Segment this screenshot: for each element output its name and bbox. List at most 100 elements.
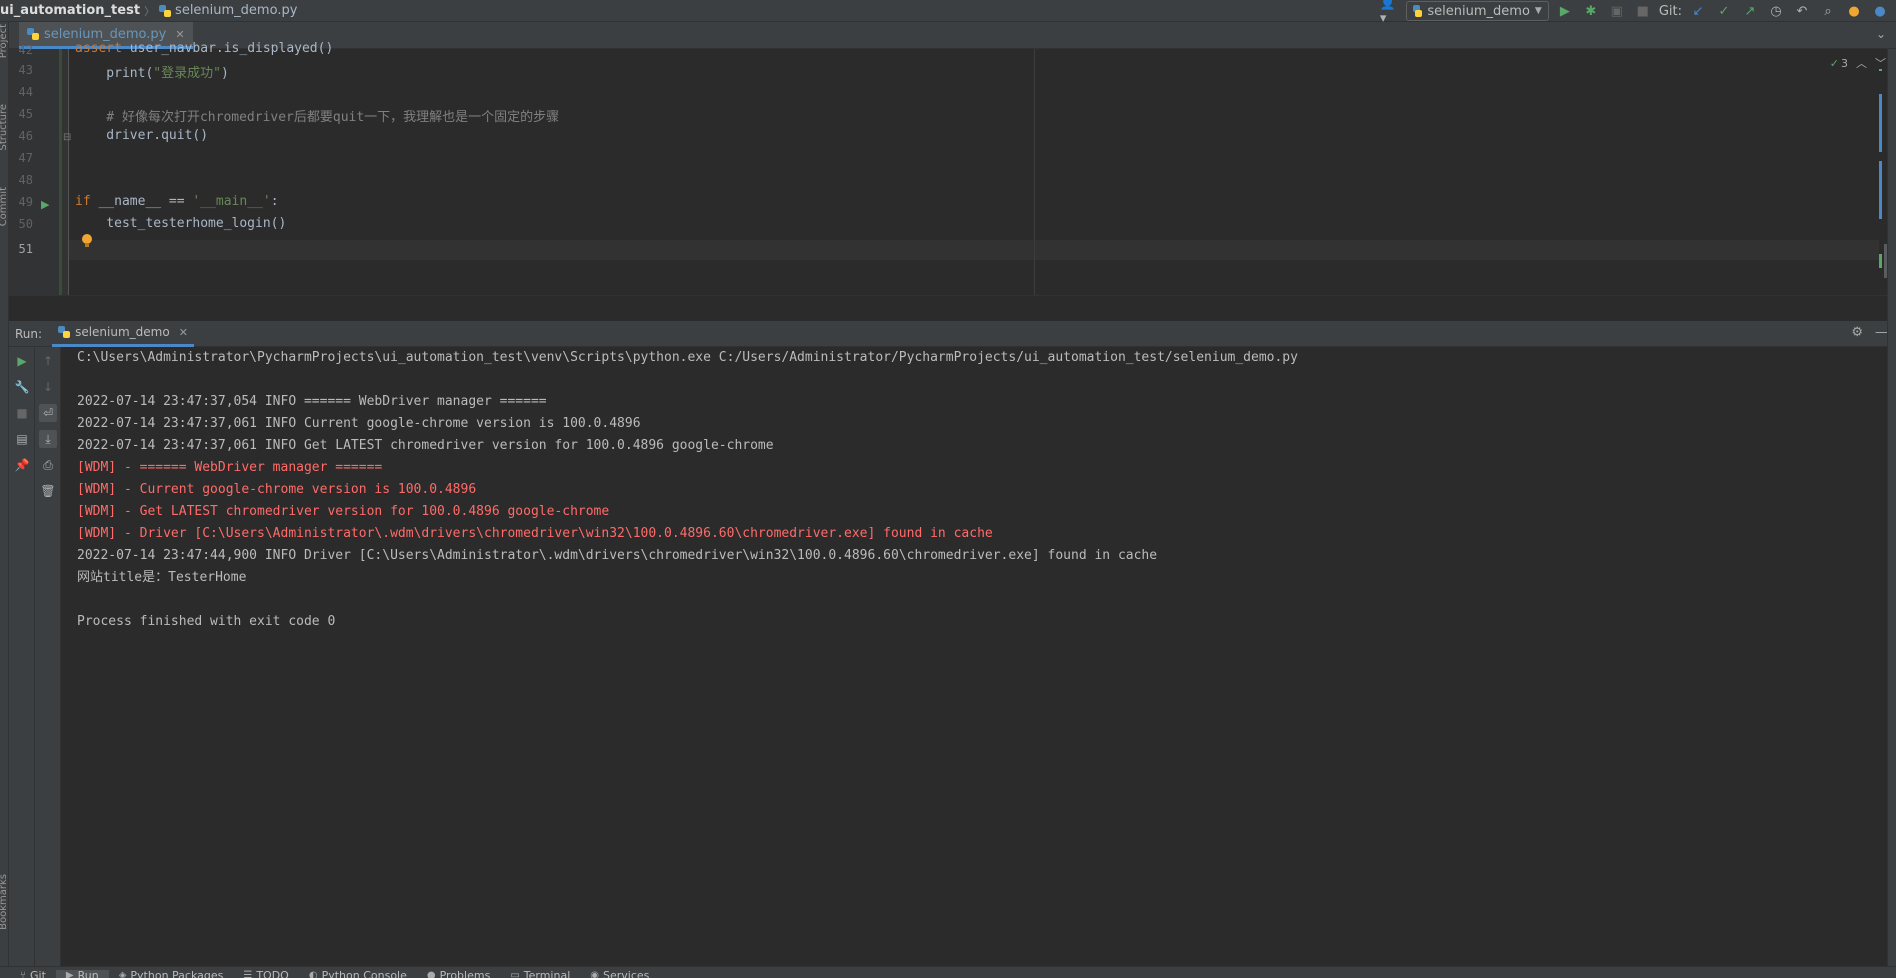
vcs-change-marker — [59, 49, 62, 295]
run-configuration-selector[interactable]: selenium_demo ▼ — [1405, 1, 1549, 21]
breadcrumb-file[interactable]: selenium_demo.py — [159, 3, 297, 18]
arrow-up-icon[interactable]: ↑ — [39, 352, 57, 370]
console-line: 2022-07-14 23:47:37,061 INFO Current goo… — [77, 416, 641, 431]
settings-icon[interactable]: ● — [1870, 1, 1890, 21]
scrollbar-marker — [1879, 254, 1882, 268]
scrollbar-marker — [1879, 161, 1882, 219]
run-panel-actions: ⚙ — — [1851, 325, 1888, 340]
tool-window-git[interactable]: ⑂ Git — [0, 970, 56, 978]
line-number: 46 — [18, 129, 33, 143]
main-toolbar: 👤▾ selenium_demo ▼ ▶ ✱ ▣ ■ Git: ↙ ✓ ↗ ◷ … — [1380, 0, 1896, 26]
terminal-icon: ▭ — [510, 970, 520, 978]
arrow-down-icon[interactable]: ↓ — [39, 378, 57, 396]
line-number: 50 — [18, 217, 33, 231]
scrollbar-marker — [1879, 94, 1882, 152]
tool-window-problems[interactable]: ● Problems — [417, 970, 500, 978]
right-margin-guide — [1034, 49, 1035, 295]
editor-tab-label: selenium_demo.py — [44, 26, 167, 42]
code-line: if __name__ == '__main__': — [75, 194, 279, 209]
git-push-icon[interactable]: ↗ — [1740, 1, 1760, 21]
user-icon[interactable]: 👤▾ — [1380, 0, 1400, 26]
print-icon[interactable]: ⎙ — [39, 456, 57, 474]
line-number: 43 — [18, 63, 33, 77]
intention-bulb-icon[interactable] — [81, 234, 93, 248]
console-line: 2022-07-14 23:47:37,061 INFO Get LATEST … — [77, 438, 774, 453]
update-badge-icon[interactable]: ● — [1844, 1, 1864, 21]
stop-icon[interactable]: ■ — [13, 404, 31, 422]
line-number: 49 — [18, 195, 33, 209]
coverage-icon[interactable]: ▣ — [1607, 1, 1627, 21]
run-toolbar-secondary: ↑ ↓ ⏎ ⤓ ⎙ 🗑 — [35, 347, 61, 966]
git-commit-icon[interactable]: ✓ — [1714, 1, 1734, 21]
rerun-icon[interactable]: ▶ — [13, 352, 31, 370]
todo-icon: ☰ — [243, 970, 253, 978]
search-icon[interactable]: ⌕ — [1818, 1, 1838, 21]
gear-icon[interactable]: ⚙ — [1851, 325, 1863, 340]
console-line: 2022-07-14 23:47:44,900 INFO Driver [C:\… — [77, 548, 1158, 563]
run-panel-header: Run: selenium_demo ✕ ⚙ — — [9, 321, 1896, 347]
stop-icon[interactable]: ■ — [1633, 1, 1653, 21]
pin-icon[interactable]: 📌 — [13, 456, 31, 474]
close-icon[interactable]: ✕ — [179, 326, 188, 339]
chevron-down-icon: ▼ — [1534, 6, 1542, 16]
run-configuration-label: selenium_demo — [1427, 3, 1530, 19]
chevron-down-icon[interactable]: ⌄ — [1876, 27, 1886, 41]
code-editor[interactable]: 42 43 44 45 46 47 48 49 50 51 ▶ ⊟ assert… — [9, 41, 1896, 295]
line-number: 44 — [18, 85, 33, 99]
right-tool-strip — [1887, 49, 1896, 966]
git-update-icon[interactable]: ↙ — [1688, 1, 1708, 21]
console-line-error: [WDM] - ====== WebDriver manager ====== — [77, 460, 383, 475]
scroll-to-end-icon[interactable]: ⤓ — [39, 430, 57, 448]
tool-window-python-packages[interactable]: ◈ Python Packages — [109, 970, 234, 978]
history-icon[interactable]: ◷ — [1766, 1, 1786, 21]
services-icon: ◉ — [590, 970, 599, 978]
fold-icon[interactable]: ⊟ — [63, 132, 71, 143]
debug-icon[interactable]: ✱ — [1581, 1, 1601, 21]
console-line: 网站title是：TesterHome — [77, 570, 247, 585]
soft-wrap-icon[interactable]: ⏎ — [39, 404, 57, 422]
console-output[interactable]: C:\Users\Administrator\PycharmProjects\u… — [77, 347, 1877, 633]
current-line-highlight — [69, 240, 1879, 260]
chevron-up-icon[interactable]: ︿ — [1856, 55, 1867, 71]
run-icon[interactable]: ▶ — [1555, 1, 1575, 21]
console-line: C:\Users\Administrator\PycharmProjects\u… — [77, 350, 1298, 365]
tool-window-terminal[interactable]: ▭ Terminal — [500, 970, 580, 978]
run-panel-title: Run: — [15, 326, 43, 341]
editor-scrollbar[interactable] — [1874, 49, 1888, 295]
console-line-error: [WDM] - Driver [C:\Users\Administrator\.… — [77, 526, 993, 541]
wrench-icon[interactable]: 🔧 — [13, 378, 31, 396]
line-number: 47 — [18, 151, 33, 165]
bookmarks-tool-button[interactable]: Bookmarks — [0, 874, 9, 930]
run-icon: ▶ — [65, 970, 74, 978]
structure-tool-button[interactable]: Structure — [0, 104, 9, 151]
console-line-error: [WDM] - Current google-chrome version is… — [77, 482, 477, 497]
trash-icon[interactable]: 🗑 — [39, 482, 57, 500]
breadcrumb-file-label: selenium_demo.py — [175, 3, 298, 18]
run-gutter-icon[interactable]: ▶ — [41, 198, 49, 211]
code-comment: # 好像每次打开chromedriver后都要quit一下，我理解也是一个固定的… — [75, 110, 560, 125]
inspection-count: 3 — [1841, 56, 1848, 70]
commit-tool-button[interactable]: Commit — [0, 187, 9, 226]
close-icon[interactable]: ✕ — [175, 28, 184, 41]
panel-splitter[interactable] — [9, 295, 1896, 321]
line-number: 51 — [18, 242, 33, 256]
packages-icon: ◈ — [118, 970, 127, 978]
layout-icon[interactable]: ▤ — [13, 430, 31, 448]
code-line: test_testerhome_login() — [75, 216, 287, 231]
tool-window-run[interactable]: ▶ Run — [55, 970, 109, 978]
tool-window-services[interactable]: ◉ Services — [580, 970, 659, 978]
breadcrumb-project[interactable]: ui_automation_test — [0, 3, 140, 18]
line-number: 45 — [18, 107, 33, 121]
check-icon: ✓ — [1829, 56, 1839, 70]
python-file-icon — [58, 326, 71, 338]
project-tool-button[interactable]: Project — [0, 24, 9, 58]
code-line: driver.quit() — [75, 128, 209, 143]
console-line-error: [WDM] - Get LATEST chromedriver version … — [77, 504, 610, 519]
tool-window-python-console[interactable]: ◐ Python Console — [299, 970, 417, 978]
rollback-icon[interactable]: ↶ — [1792, 1, 1812, 21]
console-line: 2022-07-14 23:47:37,054 INFO ====== WebD… — [77, 394, 547, 409]
problems-icon: ● — [426, 970, 436, 978]
tool-window-todo[interactable]: ☰ TODO — [233, 970, 298, 978]
run-tab-selenium-demo[interactable]: selenium_demo ✕ — [52, 321, 194, 347]
